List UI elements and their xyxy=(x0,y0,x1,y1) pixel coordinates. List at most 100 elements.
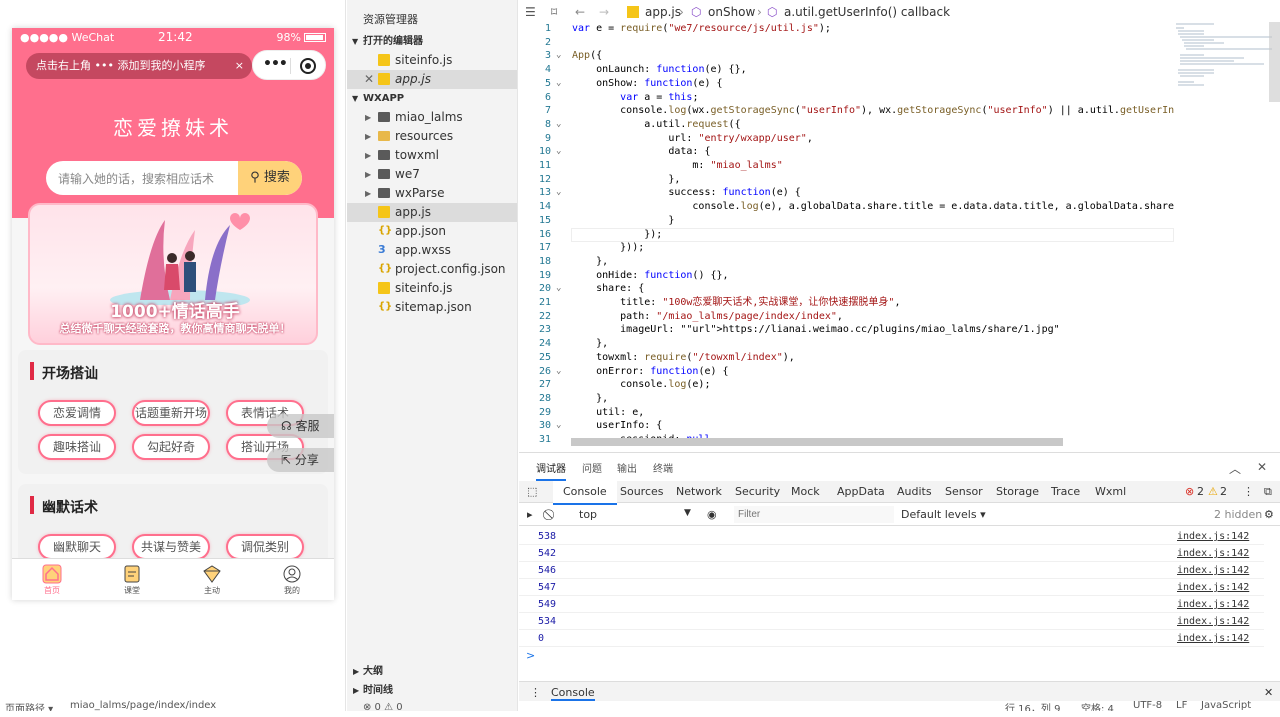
minimap[interactable] xyxy=(1174,22,1274,102)
forward-arrow-icon[interactable]: → xyxy=(599,0,609,24)
log-source-link[interactable]: index.js:142 xyxy=(1177,633,1249,644)
code-area[interactable]: 1 var e = require("we7/resource/js/util.j… xyxy=(519,22,1174,444)
problems-count[interactable]: ⊗ 0 ⚠ 0 xyxy=(363,699,403,717)
fold-icon[interactable]: ⌄ xyxy=(556,49,561,63)
log-source-link[interactable]: index.js:142 xyxy=(1177,582,1249,593)
code-line[interactable]: console.log(wx.getStorageSync("userInfo"… xyxy=(572,104,1174,118)
cursor-position[interactable]: 行 16，列 9 xyxy=(1005,700,1060,711)
share-button[interactable]: ⇱ 分享 xyxy=(267,448,334,472)
tree-item-folder[interactable]: ▶ wxParse xyxy=(347,184,517,203)
pill-flirt[interactable]: 恋爱调情 xyxy=(38,400,116,426)
code-line[interactable]: share: { xyxy=(572,282,644,296)
tab-console[interactable]: Console xyxy=(553,481,617,505)
pill-praise[interactable]: 共谋与赞美 xyxy=(132,534,210,560)
pill-humor-chat[interactable]: 幽默聊天 xyxy=(38,534,116,560)
promo-banner[interactable]: 1000+情话高手 总结微千聊天经验套路，教你高情商聊天脱单！ xyxy=(28,203,318,345)
tab-class[interactable]: 课堂 xyxy=(92,559,172,600)
tab-terminal[interactable]: 终端 xyxy=(653,460,673,475)
code-line[interactable]: success: function(e) { xyxy=(572,186,800,200)
line-ending[interactable]: LF xyxy=(1176,700,1187,711)
close-icon[interactable]: ✕ xyxy=(1257,460,1267,474)
tree-item-file[interactable]: {} app.json xyxy=(347,222,517,241)
search-input[interactable]: 请输入她的话，搜索相应话术 xyxy=(58,170,214,187)
more-vertical-icon[interactable]: ⋮ xyxy=(530,686,541,699)
tab-trace[interactable]: Trace xyxy=(1051,485,1080,498)
encoding[interactable]: UTF-8 xyxy=(1133,700,1162,711)
search-bar[interactable]: 请输入她的话，搜索相应话术 ⚲ 搜索 xyxy=(46,161,302,195)
error-count[interactable]: 2 xyxy=(1197,485,1204,498)
timeline-section[interactable]: ▶ 时间线 xyxy=(353,682,393,700)
vertical-scrollbar[interactable] xyxy=(1269,22,1280,102)
code-line[interactable]: userInfo: { xyxy=(572,419,662,433)
fold-icon[interactable]: ⌄ xyxy=(556,365,561,379)
fold-icon[interactable]: ⌄ xyxy=(556,145,561,159)
tab-home[interactable]: 首页 xyxy=(12,559,92,600)
tab-problems[interactable]: 问题 xyxy=(582,460,602,475)
log-source-link[interactable]: index.js:142 xyxy=(1177,599,1249,610)
tab-sources[interactable]: Sources xyxy=(620,485,664,498)
open-editor-item[interactable]: siteinfo.js xyxy=(347,51,517,70)
code-line[interactable]: }); xyxy=(572,228,662,242)
tab-network[interactable]: Network xyxy=(676,485,722,498)
filter-input[interactable] xyxy=(734,506,894,523)
code-line[interactable]: })); xyxy=(572,241,644,255)
code-line[interactable]: path: "/miao_lalms/page/index/index", xyxy=(572,310,843,324)
close-icon[interactable]: ✕ xyxy=(1264,686,1273,699)
code-line[interactable]: }, xyxy=(572,173,680,187)
tab-storage[interactable]: Storage xyxy=(996,485,1039,498)
tree-item-folder[interactable]: ▶ we7 xyxy=(347,165,517,184)
tab-debugger[interactable]: 调试器 xyxy=(536,460,566,481)
tab-output[interactable]: 输出 xyxy=(617,460,637,475)
fold-icon[interactable]: ⌄ xyxy=(556,282,561,296)
code-line[interactable]: towxml: require("/towxml/index"), xyxy=(572,351,795,365)
code-line[interactable]: console.log(e); xyxy=(572,378,710,392)
tree-item-folder[interactable]: ▶ miao_lalms xyxy=(347,108,517,127)
code-line[interactable]: App({ xyxy=(572,49,602,63)
customer-service-button[interactable]: ☊ 客服 xyxy=(267,414,334,438)
tree-item-file[interactable]: 3 app.wxss xyxy=(347,241,517,260)
code-line[interactable]: util: e, xyxy=(572,406,644,420)
fold-icon[interactable]: ⌄ xyxy=(556,77,561,91)
code-line[interactable]: }, xyxy=(572,337,608,351)
code-line[interactable]: url: "entry/wxapp/user", xyxy=(572,132,813,146)
close-icon[interactable]: × xyxy=(235,53,244,79)
tree-item-file[interactable]: {} sitemap.json xyxy=(347,298,517,317)
tree-item-file[interactable]: siteinfo.js xyxy=(347,279,517,298)
code-line[interactable]: title: "100w恋爱聊天话术,实战课堂，让你快速摆脱单身", xyxy=(572,296,900,310)
crumb-callback[interactable]: a.util.getUserInfo() callback xyxy=(784,0,950,24)
gear-icon[interactable]: ⚙ xyxy=(1264,508,1274,521)
close-icon[interactable]: ✕ xyxy=(364,70,374,89)
add-to-mine-tip[interactable]: 点击右上角 ••• 添加到我的小程序 × xyxy=(26,53,252,79)
sidebar-toggle-icon[interactable]: ▸ xyxy=(527,508,533,521)
log-levels-select[interactable]: Default levels ▾ xyxy=(901,508,986,521)
project-header[interactable]: ▼ WXAPP xyxy=(347,90,517,108)
code-line[interactable]: console.log(e), a.globalData.share.title… xyxy=(572,200,1174,214)
tab-audits[interactable]: Audits xyxy=(897,485,932,498)
code-line[interactable]: var a = this; xyxy=(572,91,698,105)
pill-fun-chat[interactable]: 趣味搭讪 xyxy=(38,434,116,460)
capsule-menu[interactable]: ••• xyxy=(252,50,326,80)
outline-section[interactable]: ▶ 大纲 xyxy=(353,663,383,681)
fold-icon[interactable]: ⌄ xyxy=(556,186,561,200)
exit-icon[interactable] xyxy=(300,58,316,74)
tab-appdata[interactable]: AppData xyxy=(837,485,885,498)
more-vertical-icon[interactable]: ⋮ xyxy=(1243,485,1254,498)
drawer-tab-console[interactable]: Console xyxy=(551,686,595,701)
pill-tease[interactable]: 调侃类别 xyxy=(226,534,304,560)
more-icon[interactable]: ••• xyxy=(263,56,288,72)
inspect-icon[interactable]: ⬚ xyxy=(527,485,537,498)
context-select[interactable]: top xyxy=(579,508,597,521)
log-source-link[interactable]: index.js:142 xyxy=(1177,531,1249,542)
fold-icon[interactable]: ⌄ xyxy=(556,419,561,433)
code-line[interactable]: m: "miao_lalms" xyxy=(572,159,782,173)
indent-setting[interactable]: 空格: 4 xyxy=(1081,700,1114,711)
tree-item-file[interactable]: {} project.config.json xyxy=(347,260,517,279)
pill-restart-topic[interactable]: 话题重新开场 xyxy=(132,400,210,426)
search-button[interactable]: ⚲ 搜索 xyxy=(238,161,302,195)
back-arrow-icon[interactable]: ← xyxy=(575,0,585,24)
tree-item-folder[interactable]: ▶ towxml xyxy=(347,146,517,165)
code-line[interactable]: onShow: function(e) { xyxy=(572,77,722,91)
open-editor-item-active[interactable]: ✕ app.js xyxy=(347,70,517,89)
bookmark-icon[interactable]: ⌑ xyxy=(551,0,557,24)
log-source-link[interactable]: index.js:142 xyxy=(1177,548,1249,559)
